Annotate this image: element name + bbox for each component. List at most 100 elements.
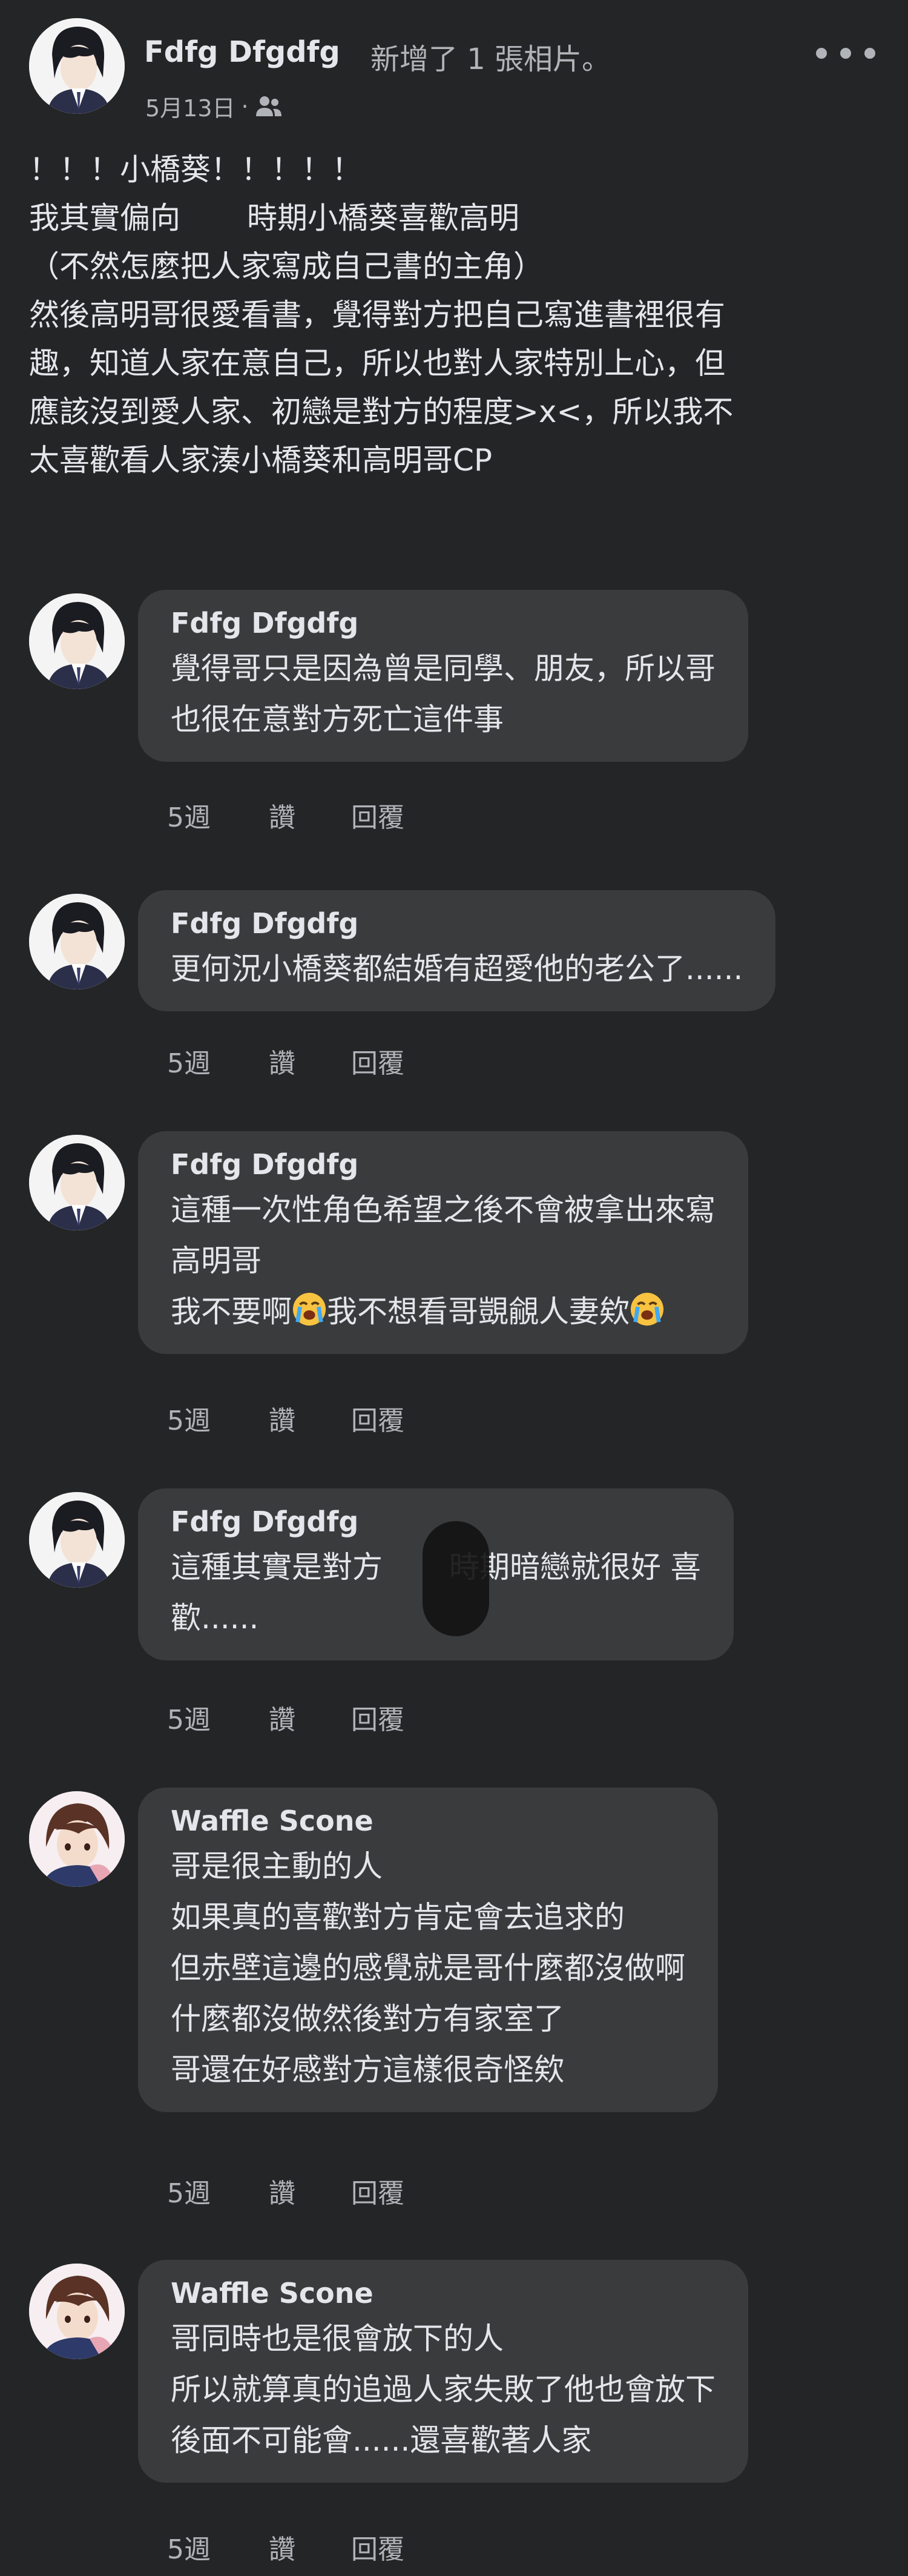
comment-author[interactable]: Fdfg Dfgdfg <box>171 903 743 943</box>
comment-bubble: Fdfg Dfgdfg 更何況小橋葵都結婚有超愛他的老公了...... <box>138 890 776 1011</box>
dot <box>840 48 851 59</box>
comment-actions: 5週 讚 回覆 <box>167 1399 404 1438</box>
commenter-avatar-image <box>29 1135 125 1230</box>
comment-line: 覺得哥只是因為曾是同學、朋友，所以哥 <box>171 651 716 686</box>
comment-line: 所以就算真的追過人家失敗了他也會放下 <box>171 2372 716 2407</box>
comment-bubble: Waffle Scone 哥同時也是很會放下的人 所以就算真的追過人家失敗了他也… <box>138 2260 748 2483</box>
comment-actions: 5週 讚 回覆 <box>167 2171 404 2210</box>
reply-button[interactable]: 回覆 <box>351 796 404 834</box>
post-date[interactable]: 5月13日 <box>145 90 235 123</box>
commenter-avatar[interactable] <box>29 894 125 989</box>
comment-author[interactable]: Waffle Scone <box>171 2273 716 2313</box>
commenter-avatar[interactable] <box>29 593 125 689</box>
comment-bubble: Fdfg Dfgdfg 這種一次性角色希望之後不會被拿出來寫 高明哥 我不要啊我… <box>138 1131 748 1354</box>
post-line: 然後高明哥很愛看書，覺得對方把自己寫進書裡很有 <box>29 297 725 332</box>
comment-actions: 5週 讚 回覆 <box>167 2528 404 2566</box>
comment-line: 也很在意對方死亡這件事 <box>171 702 504 737</box>
author-avatar-image <box>29 18 125 114</box>
comment-line: 這種一次性角色希望之後不會被拿出來寫 <box>171 1192 716 1227</box>
post-line-part: 時期小橋葵喜歡高明 <box>247 200 519 236</box>
post-body: ！！！小橋葵！！！！！ 我其實偏向 時期小橋葵喜歡高明 （不然怎麼把人家寫成自己書… <box>29 145 879 484</box>
comment-bubble: Waffle Scone 哥是很主動的人 如果真的喜歡對方肯定會去追求的 但赤壁… <box>138 1788 718 2112</box>
redaction-smudge <box>423 1521 489 1636</box>
comment-line: 更何況小橋葵都結婚有超愛他的老公了...... <box>171 951 743 986</box>
comment-line-part: 我不想看哥覬覦人妻欸 <box>327 1294 630 1329</box>
reply-button[interactable]: 回覆 <box>351 1042 404 1080</box>
comment-text: 這種一次性角色希望之後不會被拿出來寫 高明哥 我不要啊 我不想看哥覬覦人妻欸 <box>171 1184 716 1337</box>
comment-text: 覺得哥只是因為曾是同學、朋友，所以哥 也很在意對方死亡這件事 <box>171 643 716 745</box>
comment-time[interactable]: 5週 <box>167 2171 269 2210</box>
like-button[interactable]: 讚 <box>269 796 351 834</box>
like-button[interactable]: 讚 <box>269 1042 351 1080</box>
comment-author[interactable]: Fdfg Dfgdfg <box>171 603 716 643</box>
reply-button[interactable]: 回覆 <box>351 1698 404 1737</box>
comment-line: 我不要啊 我不想看哥覬覦人妻欸 <box>171 1286 716 1337</box>
comment-line: 如果真的喜歡對方肯定會去追求的 <box>171 1900 625 1935</box>
comment-line-part: 這種其實是對方 <box>171 1550 383 1585</box>
commenter-avatar-image <box>29 1492 125 1588</box>
commenter-avatar[interactable] <box>29 1492 125 1588</box>
comment-line-part: 我不要啊 <box>171 1294 292 1329</box>
comment-line: 哥同時也是很會放下的人 <box>171 2321 504 2356</box>
comment: Fdfg Dfgdfg 這種其實是對方 時期暗戀就很好 喜 歡...... 5週 … <box>29 1488 879 1743</box>
comment-text: 哥是很主動的人 如果真的喜歡對方肯定會去追求的 但赤壁這邊的感覺就是哥什麼都沒做… <box>171 1841 685 2095</box>
comment-text: 哥同時也是很會放下的人 所以就算真的追過人家失敗了他也會放下 後面不可能會...… <box>171 2313 716 2466</box>
reply-button[interactable]: 回覆 <box>351 1399 404 1438</box>
comment: Waffle Scone 哥是很主動的人 如果真的喜歡對方肯定會去追求的 但赤壁… <box>29 1788 879 2211</box>
post-meta: 5月13日 · <box>145 90 283 123</box>
comment-time[interactable]: 5週 <box>167 1399 269 1438</box>
post-line: （不然怎麼把人家寫成自己書的主角） <box>29 249 544 284</box>
author-avatar[interactable] <box>29 18 125 114</box>
loudly-crying-face-emoji-icon <box>630 1292 664 1326</box>
comment-time[interactable]: 5週 <box>167 2528 269 2566</box>
reply-button[interactable]: 回覆 <box>351 2528 404 2566</box>
comment-time[interactable]: 5週 <box>167 1698 269 1737</box>
post-header: Fdfg Dfgdfg 新增了 1 張相片。 5月13日 · <box>29 18 879 122</box>
like-button[interactable]: 讚 <box>269 2528 351 2566</box>
comment-author[interactable]: Fdfg Dfgdfg <box>171 1144 716 1184</box>
comment-line: 後面不可能會......還喜歡著人家 <box>171 2423 592 2458</box>
commenter-avatar-image <box>29 593 125 689</box>
post-action-text: 新增了 1 張相片。 <box>370 42 611 76</box>
dot <box>864 48 875 59</box>
post-line: ！！！小橋葵！！！！！ <box>29 152 362 187</box>
commenter-avatar-image <box>29 1791 125 1887</box>
comment-author[interactable]: Waffle Scone <box>171 1801 685 1841</box>
friends-icon[interactable] <box>255 94 283 119</box>
post-line-part: 我其實偏向 <box>29 200 180 236</box>
comment-time[interactable]: 5週 <box>167 796 269 834</box>
post-line: 趣，知道人家在意自己，所以也對人家特別上心，但 <box>29 346 725 381</box>
commenter-avatar[interactable] <box>29 2264 125 2359</box>
post-line: 太喜歡看人家湊小橋葵和高明哥CP <box>29 443 493 478</box>
like-button[interactable]: 讚 <box>269 2171 351 2210</box>
more-dots-icon[interactable] <box>812 35 879 71</box>
comment-bubble: Fdfg Dfgdfg 覺得哥只是因為曾是同學、朋友，所以哥 也很在意對方死亡這… <box>138 590 748 762</box>
commenter-avatar-image <box>29 2264 125 2359</box>
comment: Fdfg Dfgdfg 覺得哥只是因為曾是同學、朋友，所以哥 也很在意對方死亡這… <box>29 590 879 844</box>
post-line: 應該沒到愛人家、初戀是對方的程度>x<，所以我不 <box>29 394 734 429</box>
comment-line: 哥是很主動的人 <box>171 1849 383 1884</box>
comment-line: 哥還在好感對方這樣很奇怪欸 <box>171 2052 564 2087</box>
comment-line: 但赤壁這邊的感覺就是哥什麼都沒做啊 <box>171 1950 685 1986</box>
post-line: 我其實偏向 時期小橋葵喜歡高明 <box>29 194 879 242</box>
comment-time[interactable]: 5週 <box>167 1042 269 1080</box>
comment: Fdfg Dfgdfg 更何況小橋葵都結婚有超愛他的老公了...... 5週 讚… <box>29 890 879 1084</box>
loudly-crying-face-emoji-icon <box>292 1292 326 1326</box>
comment-actions: 5週 讚 回覆 <box>167 796 404 834</box>
comment-actions: 5週 讚 回覆 <box>167 1698 404 1737</box>
facebook-post-page: Fdfg Dfgdfg 新增了 1 張相片。 5月13日 · ！！！小橋葵！！！… <box>0 0 908 2576</box>
comment: Waffle Scone 哥同時也是很會放下的人 所以就算真的追過人家失敗了他也… <box>29 2260 879 2575</box>
comment-actions: 5週 讚 回覆 <box>167 1042 404 1080</box>
comment: Fdfg Dfgdfg 這種一次性角色希望之後不會被拿出來寫 高明哥 我不要啊我… <box>29 1131 879 1446</box>
commenter-avatar[interactable] <box>29 1791 125 1887</box>
commenter-avatar-image <box>29 894 125 989</box>
commenter-avatar[interactable] <box>29 1135 125 1230</box>
meta-separator: · <box>241 93 249 120</box>
reply-button[interactable]: 回覆 <box>351 2171 404 2210</box>
comment-line: 什麼都沒做然後對方有家室了 <box>171 2001 564 2036</box>
like-button[interactable]: 讚 <box>269 1399 351 1438</box>
like-button[interactable]: 讚 <box>269 1698 351 1737</box>
comment-text: 更何況小橋葵都結婚有超愛他的老公了...... <box>171 943 743 994</box>
dot <box>816 48 827 59</box>
post-author-name[interactable]: Fdfg Dfgdfg <box>144 35 340 69</box>
